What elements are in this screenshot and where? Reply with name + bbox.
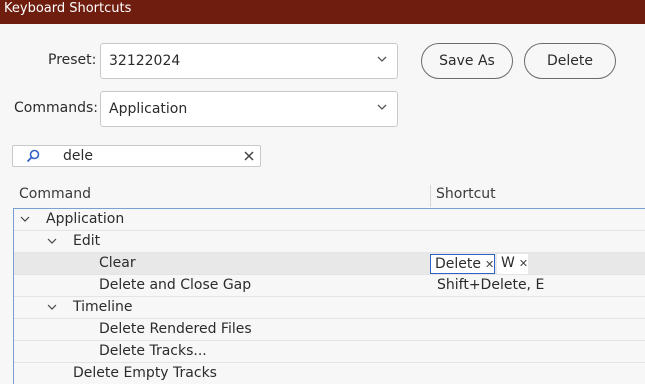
tree-row-delete-close-gap[interactable]: Delete and Close Gap Shift+Delete, E: [14, 275, 645, 297]
tree-label: Application: [46, 211, 125, 227]
expand-arrow-icon[interactable]: [47, 237, 57, 245]
remove-shortcut-icon[interactable]: ✕: [519, 257, 528, 270]
column-header-command[interactable]: Command: [19, 186, 91, 202]
tree-row-delete-empty[interactable]: Delete Empty Tracks: [14, 363, 645, 384]
preset-dropdown[interactable]: 32122024: [100, 43, 398, 79]
shortcut-key: W: [501, 255, 515, 271]
tree-row-application[interactable]: Application: [14, 209, 645, 231]
command-tree[interactable]: Application Edit Clear Delete ✕ W ✕ Delete…: [13, 208, 645, 384]
search-input[interactable]: dele: [12, 145, 261, 167]
tree-row-delete-rendered[interactable]: Delete Rendered Files: [14, 319, 645, 341]
column-divider[interactable]: [430, 185, 431, 207]
shortcut-chip[interactable]: W ✕: [497, 254, 529, 274]
remove-shortcut-icon[interactable]: ✕: [485, 258, 494, 271]
expand-arrow-icon[interactable]: [47, 303, 57, 311]
chevron-down-icon: [377, 56, 387, 62]
preset-label: Preset:: [48, 52, 97, 68]
tree-row-edit[interactable]: Edit: [14, 231, 645, 253]
tree-label: Timeline: [73, 299, 133, 315]
tree-label: Edit: [73, 233, 101, 249]
tree-label: Clear: [99, 255, 136, 271]
window-title: Keyboard Shortcuts: [0, 0, 645, 24]
chevron-down-icon: [377, 104, 387, 110]
shortcut-key: Delete: [435, 256, 481, 272]
column-header-shortcut[interactable]: Shortcut: [436, 186, 496, 202]
shortcut-chip[interactable]: Delete ✕: [430, 254, 496, 274]
tree-label: Delete Tracks...: [99, 343, 207, 359]
save-as-button[interactable]: Save As: [421, 43, 513, 79]
tree-row-timeline[interactable]: Timeline: [14, 297, 645, 319]
search-icon: [26, 149, 40, 163]
tree-label: Delete Rendered Files: [99, 321, 252, 337]
commands-dropdown[interactable]: Application: [100, 91, 398, 127]
tree-label: Delete and Close Gap: [99, 277, 252, 293]
delete-button[interactable]: Delete: [524, 43, 616, 79]
preset-value: 32122024: [109, 53, 181, 69]
expand-arrow-icon[interactable]: [20, 215, 30, 223]
commands-label: Commands:: [14, 100, 98, 116]
shortcut-text[interactable]: Shift+Delete, E: [437, 275, 544, 296]
tree-label: Delete Empty Tracks: [73, 365, 217, 381]
tree-row-delete-tracks[interactable]: Delete Tracks...: [14, 341, 645, 363]
close-icon[interactable]: [242, 149, 256, 163]
search-value: dele: [63, 148, 94, 164]
tree-row-clear[interactable]: Clear Delete ✕ W ✕: [14, 253, 645, 275]
commands-value: Application: [109, 101, 188, 117]
